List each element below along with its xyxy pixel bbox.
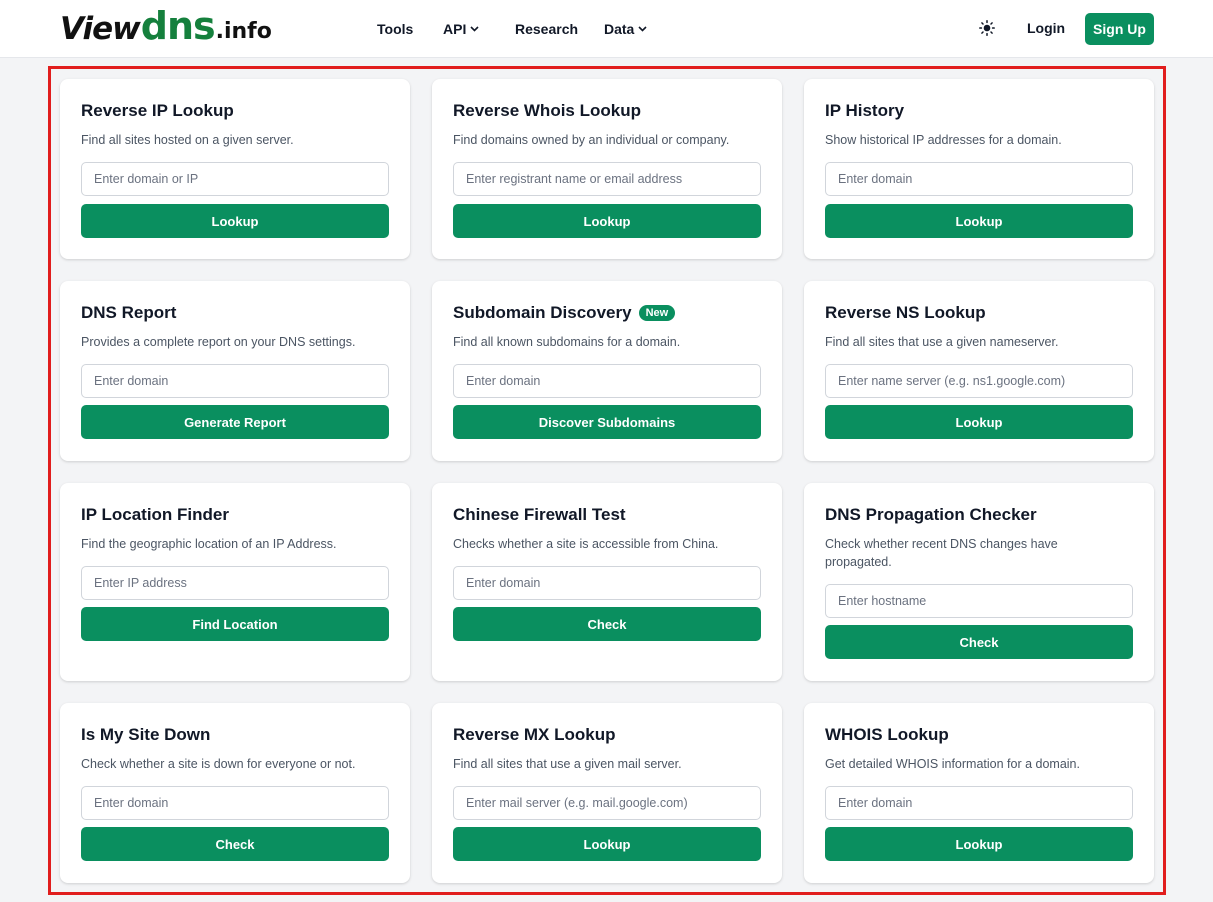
- discover-subdomains-button[interactable]: Discover Subdomains: [453, 405, 761, 439]
- card-description: Check whether a site is down for everyon…: [81, 757, 356, 771]
- tool-card-subdomain-discovery: Subdomain Discovery New Find all known s…: [432, 281, 782, 461]
- card-description: Show historical IP addresses for a domai…: [825, 133, 1062, 147]
- card-description: Find all sites that use a given mail ser…: [453, 757, 682, 771]
- nav-api-label: API: [443, 21, 467, 37]
- site-down-check-button[interactable]: Check: [81, 827, 389, 861]
- nav-api-dropdown[interactable]: API: [443, 20, 479, 38]
- find-location-button[interactable]: Find Location: [81, 607, 389, 641]
- sun-icon: [979, 19, 995, 41]
- card-description: Find all sites that use a given nameserv…: [825, 335, 1059, 349]
- reverse-whois-lookup-button[interactable]: Lookup: [453, 204, 761, 238]
- chevron-down-icon: [638, 26, 647, 32]
- tool-card-reverse-mx: Reverse MX Lookup Find all sites that us…: [432, 703, 782, 883]
- card-description: Get detailed WHOIS information for a dom…: [825, 757, 1080, 771]
- site-logo[interactable]: View dns .info: [60, 7, 272, 45]
- nav-research[interactable]: Research: [515, 20, 578, 38]
- tool-card-ip-location: IP Location Finder Find the geographic l…: [60, 483, 410, 681]
- nav-data-label: Data: [604, 21, 635, 37]
- firewall-test-input[interactable]: [453, 566, 761, 600]
- card-title: Reverse Whois Lookup: [453, 101, 641, 120]
- card-description: Find the geographic location of an IP Ad…: [81, 537, 337, 551]
- card-title: IP History: [825, 101, 905, 120]
- card-title: Chinese Firewall Test: [453, 505, 626, 524]
- new-badge: New: [638, 305, 676, 321]
- card-title: WHOIS Lookup: [825, 725, 949, 744]
- login-link[interactable]: Login: [1027, 20, 1065, 36]
- tool-card-whois-lookup: WHOIS Lookup Get detailed WHOIS informat…: [804, 703, 1154, 883]
- reverse-whois-input[interactable]: [453, 162, 761, 196]
- reverse-ns-input[interactable]: [825, 364, 1133, 398]
- site-down-input[interactable]: [81, 786, 389, 820]
- subdomain-input[interactable]: [453, 364, 761, 398]
- propagation-check-button[interactable]: Check: [825, 625, 1133, 659]
- navbar: View dns .info Tools API Research Data L…: [0, 0, 1213, 58]
- tool-card-dns-report: DNS Report Provides a complete report on…: [60, 281, 410, 461]
- tool-card-is-my-site-down: Is My Site Down Check whether a site is …: [60, 703, 410, 883]
- card-description: Find all known subdomains for a domain.: [453, 335, 681, 349]
- card-description: Provides a complete report on your DNS s…: [81, 335, 356, 349]
- ip-location-input[interactable]: [81, 566, 389, 600]
- tool-card-reverse-ns: Reverse NS Lookup Find all sites that us…: [804, 281, 1154, 461]
- nav-research-label: Research: [515, 21, 579, 37]
- nav-tools[interactable]: Tools: [377, 20, 413, 38]
- tool-card-chinese-firewall: Chinese Firewall Test Checks whether a s…: [432, 483, 782, 681]
- chevron-down-icon: [470, 26, 479, 32]
- reverse-mx-input[interactable]: [453, 786, 761, 820]
- card-title: DNS Propagation Checker: [825, 505, 1037, 524]
- card-description: Checks whether a site is accessible from…: [453, 537, 719, 551]
- reverse-ip-lookup-button[interactable]: Lookup: [81, 204, 389, 238]
- reverse-mx-lookup-button[interactable]: Lookup: [453, 827, 761, 861]
- tool-card-dns-propagation: DNS Propagation Checker Check whether re…: [804, 483, 1154, 681]
- card-title: Reverse NS Lookup: [825, 303, 986, 322]
- reverse-ns-lookup-button[interactable]: Lookup: [825, 405, 1133, 439]
- tool-card-reverse-whois: Reverse Whois Lookup Find domains owned …: [432, 79, 782, 259]
- generate-report-button[interactable]: Generate Report: [81, 405, 389, 439]
- signup-button[interactable]: Sign Up: [1085, 13, 1154, 45]
- card-title: IP Location Finder: [81, 505, 229, 524]
- nav-tools-label: Tools: [377, 21, 414, 37]
- card-title: Is My Site Down: [81, 725, 211, 744]
- tool-card-ip-history: IP History Show historical IP addresses …: [804, 79, 1154, 259]
- ip-history-lookup-button[interactable]: Lookup: [825, 204, 1133, 238]
- card-description: Find all sites hosted on a given server.: [81, 133, 294, 147]
- card-title: Subdomain Discovery New: [453, 303, 676, 323]
- dns-report-input[interactable]: [81, 364, 389, 398]
- dns-propagation-input[interactable]: [825, 584, 1133, 618]
- tool-card-reverse-ip: Reverse IP Lookup Find all sites hosted …: [60, 79, 410, 259]
- theme-toggle-button[interactable]: [977, 19, 997, 41]
- card-title: Reverse MX Lookup: [453, 725, 616, 744]
- whois-input[interactable]: [825, 786, 1133, 820]
- card-title: Reverse IP Lookup: [81, 101, 234, 120]
- firewall-check-button[interactable]: Check: [453, 607, 761, 641]
- reverse-ip-input[interactable]: [81, 162, 389, 196]
- card-description: Find domains owned by an individual or c…: [453, 133, 730, 147]
- card-title: DNS Report: [81, 303, 177, 322]
- ip-history-input[interactable]: [825, 162, 1133, 196]
- nav-data-dropdown[interactable]: Data: [604, 20, 647, 38]
- card-description: Check whether recent DNS changes have pr…: [825, 537, 1058, 569]
- whois-lookup-button[interactable]: Lookup: [825, 827, 1133, 861]
